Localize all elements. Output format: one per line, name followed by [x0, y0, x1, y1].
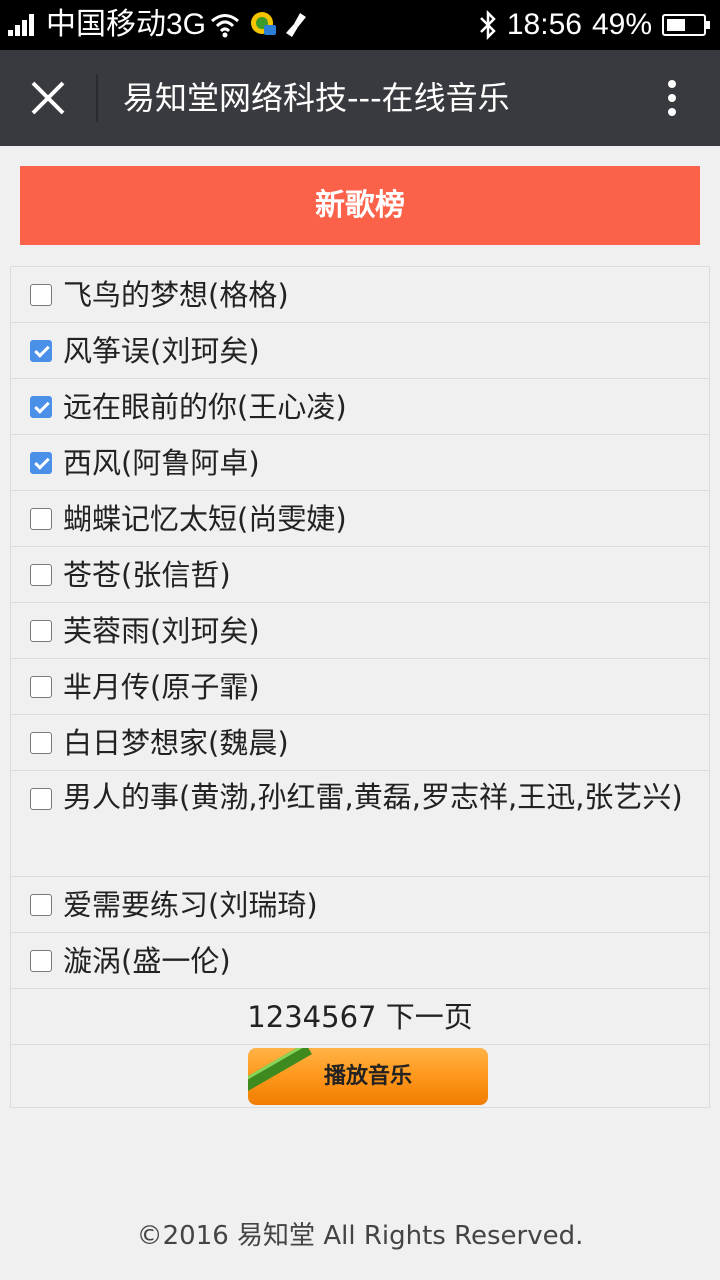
- song-row[interactable]: 远在眼前的你(王心凌): [11, 379, 709, 435]
- song-checkbox[interactable]: [30, 950, 52, 972]
- song-checkbox[interactable]: [30, 894, 52, 916]
- song-row[interactable]: 苍苍(张信哲): [11, 547, 709, 603]
- song-checkbox[interactable]: [30, 396, 52, 418]
- play-row: 播放音乐: [11, 1045, 709, 1107]
- play-music-button[interactable]: 播放音乐: [248, 1048, 488, 1105]
- title-bar: 易知堂网络科技---在线音乐: [0, 50, 720, 146]
- clock-label: 18:56: [506, 8, 582, 41]
- song-label: 远在眼前的你(王心凌): [63, 390, 347, 424]
- page-title: 易知堂网络科技---在线音乐: [123, 79, 510, 117]
- app-notification-icon: [251, 12, 277, 35]
- title-divider: [96, 74, 98, 122]
- page-link[interactable]: 5: [321, 1000, 339, 1034]
- page-link[interactable]: 7: [358, 1000, 376, 1034]
- more-icon[interactable]: [656, 76, 688, 120]
- song-checkbox[interactable]: [30, 620, 52, 642]
- cleaner-icon: [286, 13, 307, 37]
- chart-header: 新歌榜: [20, 166, 700, 245]
- song-row[interactable]: 西风(阿鲁阿卓): [11, 435, 709, 491]
- battery-icon: [662, 14, 710, 36]
- song-label: 漩涡(盛一伦): [63, 944, 231, 978]
- page-link[interactable]: 3: [284, 1000, 302, 1034]
- song-checkbox[interactable]: [30, 564, 52, 586]
- song-checkbox[interactable]: [30, 340, 52, 362]
- song-checkbox[interactable]: [30, 676, 52, 698]
- song-label: 芙蓉雨(刘珂矣): [63, 614, 260, 648]
- pagination: 1234567 下一页: [11, 989, 709, 1045]
- ribbon-decoration: [248, 1048, 312, 1095]
- song-checkbox[interactable]: [30, 452, 52, 474]
- song-row[interactable]: 飞鸟的梦想(格格): [11, 267, 709, 323]
- close-icon[interactable]: [22, 76, 74, 120]
- song-label: 白日梦想家(魏晨): [63, 726, 289, 760]
- copyright-footer: ©2016 易知堂 All Rights Reserved.: [136, 1221, 584, 1251]
- song-list: 飞鸟的梦想(格格) 风筝误(刘珂矣) 远在眼前的你(王心凌) 西风(阿鲁阿卓) 蝴蝶记忆…: [10, 266, 710, 1108]
- page-link[interactable]: 1: [247, 1000, 265, 1034]
- song-row[interactable]: 风筝误(刘珂矣): [11, 323, 709, 379]
- song-row[interactable]: 漩涡(盛一伦): [11, 933, 709, 989]
- song-row[interactable]: 芙蓉雨(刘珂矣): [11, 603, 709, 659]
- page-link[interactable]: 6: [340, 1000, 358, 1034]
- song-row[interactable]: 芈月传(原子霏): [11, 659, 709, 715]
- battery-percent: 49%: [591, 8, 652, 41]
- song-row[interactable]: 白日梦想家(魏晨): [11, 715, 709, 771]
- song-label: 芈月传(原子霏): [63, 670, 260, 704]
- song-label: 飞鸟的梦想(格格): [63, 278, 289, 312]
- song-checkbox[interactable]: [30, 732, 52, 754]
- next-page-link[interactable]: 下一页: [386, 1000, 473, 1034]
- page-link[interactable]: 2: [266, 1000, 284, 1034]
- signal-icon: [8, 14, 36, 36]
- song-row[interactable]: 男人的事(黄渤,孙红雷,黄磊,罗志祥,王迅,张艺兴): [11, 771, 709, 877]
- song-label: 蝴蝶记忆太短(尚雯婕): [63, 502, 347, 536]
- status-bar: 中国移动3G 18:56 49%: [0, 0, 720, 50]
- song-row[interactable]: 蝴蝶记忆太短(尚雯婕): [11, 491, 709, 547]
- song-checkbox[interactable]: [30, 508, 52, 530]
- song-label: 苍苍(张信哲): [63, 558, 231, 592]
- carrier-label: 中国移动3G: [46, 8, 207, 41]
- song-label: 男人的事(黄渤,孙红雷,黄磊,罗志祥,王迅,张艺兴): [63, 780, 683, 814]
- play-music-label: 播放音乐: [323, 1064, 412, 1089]
- song-row[interactable]: 爱需要练习(刘瑞琦): [11, 877, 709, 933]
- wifi-icon: [211, 14, 239, 38]
- song-label: 爱需要练习(刘瑞琦): [63, 888, 318, 922]
- page-link[interactable]: 4: [303, 1000, 321, 1034]
- song-label: 西风(阿鲁阿卓): [63, 446, 260, 480]
- song-label: 风筝误(刘珂矣): [63, 334, 260, 368]
- bluetooth-icon: [479, 10, 496, 40]
- song-checkbox[interactable]: [30, 284, 52, 306]
